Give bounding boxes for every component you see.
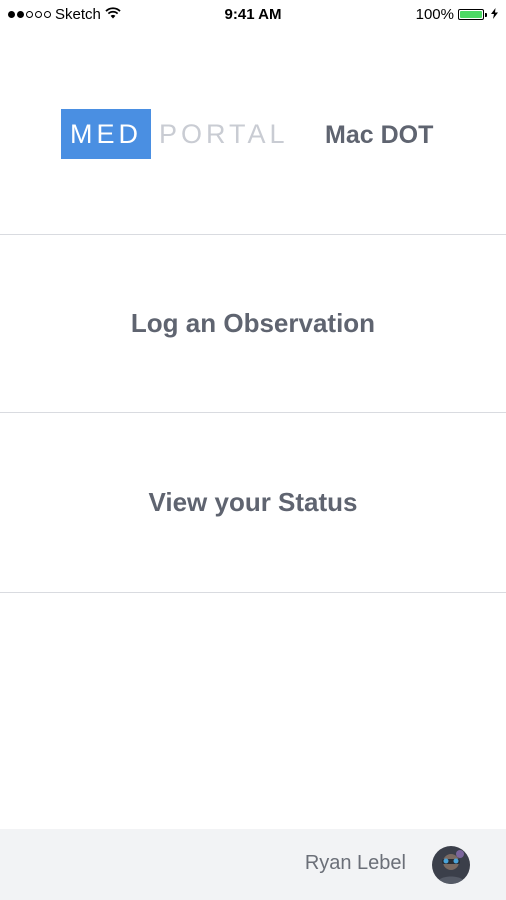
log-observation-button[interactable]: Log an Observation <box>0 235 506 413</box>
user-name[interactable]: Ryan Lebel <box>305 852 406 875</box>
footer-bar: Ryan Lebel <box>0 829 506 900</box>
battery-percent: 100% <box>415 6 454 23</box>
battery-icon <box>458 9 487 20</box>
org-name: Mac DOT <box>325 121 434 149</box>
menu-item-label: View your Status <box>148 487 358 517</box>
view-status-button[interactable]: View your Status <box>0 413 506 593</box>
status-bar: Sketch 9:41 AM 100% <box>0 0 506 30</box>
logo-portal-text: PORTAL <box>159 118 289 149</box>
status-right: 100% <box>416 6 498 23</box>
lightning-bolt-icon <box>491 6 498 23</box>
med-portal-logo: MED PORTAL <box>61 109 289 159</box>
avatar[interactable] <box>432 846 470 884</box>
battery-fill <box>460 11 482 18</box>
app-header: MED PORTAL Mac DOT <box>0 30 506 235</box>
logo-med-text: MED <box>61 109 151 159</box>
menu-item-label: Log an Observation <box>130 308 376 338</box>
